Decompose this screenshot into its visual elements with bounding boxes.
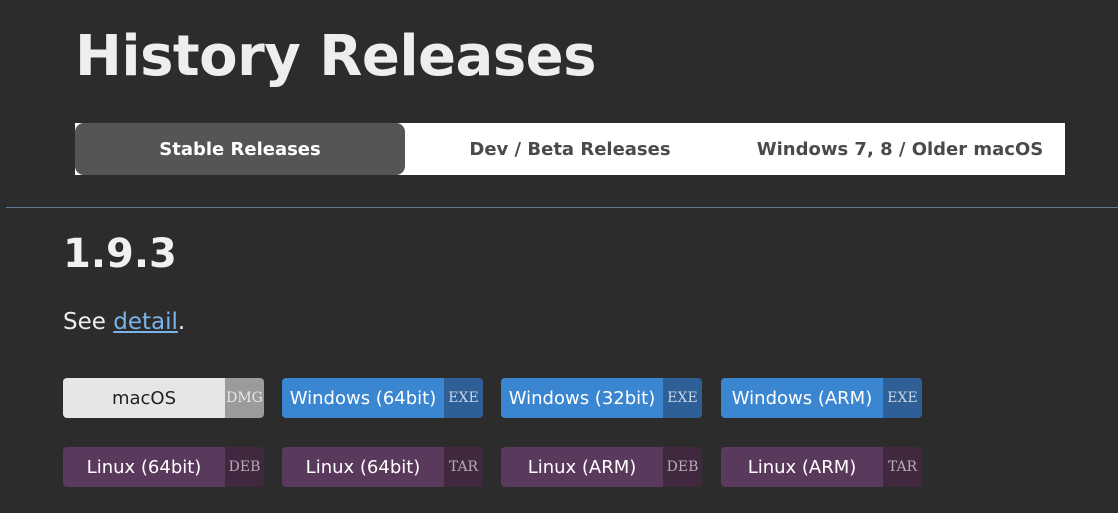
download-windows-32bit-exe-button[interactable]: Windows (32bit) EXE xyxy=(501,378,702,418)
download-ext-badge: DEB xyxy=(225,447,264,487)
section-divider xyxy=(6,207,1118,208)
download-macos-dmg-button[interactable]: macOS DMG xyxy=(63,378,264,418)
download-platform-label: Windows (32bit) xyxy=(501,378,663,418)
download-platform-label: Linux (ARM) xyxy=(501,447,663,487)
download-ext-badge: EXE xyxy=(883,378,922,418)
release-version: 1.9.3 xyxy=(63,231,177,277)
download-ext-badge: TAR xyxy=(444,447,483,487)
download-linux-arm-deb-button[interactable]: Linux (ARM) DEB xyxy=(501,447,702,487)
download-platform-label: macOS xyxy=(63,378,225,418)
download-ext-badge: EXE xyxy=(663,378,702,418)
tab-dev-beta-releases[interactable]: Dev / Beta Releases xyxy=(405,123,735,175)
download-linux-arm-tar-button[interactable]: Linux (ARM) TAR xyxy=(721,447,922,487)
tab-stable-releases[interactable]: Stable Releases xyxy=(75,123,405,175)
download-platform-label: Windows (64bit) xyxy=(282,378,444,418)
download-platform-label: Linux (64bit) xyxy=(282,447,444,487)
see-prefix: See xyxy=(63,309,114,335)
download-windows-arm-exe-button[interactable]: Windows (ARM) EXE xyxy=(721,378,922,418)
download-platform-label: Linux (64bit) xyxy=(63,447,225,487)
download-ext-badge: TAR xyxy=(883,447,922,487)
download-linux-64bit-deb-button[interactable]: Linux (64bit) DEB xyxy=(63,447,264,487)
download-ext-badge: EXE xyxy=(444,378,483,418)
download-platform-label: Windows (ARM) xyxy=(721,378,883,418)
detail-link[interactable]: detail xyxy=(113,309,178,335)
download-linux-64bit-tar-button[interactable]: Linux (64bit) TAR xyxy=(282,447,483,487)
tab-older-releases[interactable]: Windows 7, 8 / Older macOS xyxy=(735,123,1065,175)
release-detail-line: See detail. xyxy=(63,305,185,339)
download-ext-badge: DMG xyxy=(225,378,264,418)
download-ext-badge: DEB xyxy=(663,447,702,487)
release-tabs: Stable Releases Dev / Beta Releases Wind… xyxy=(75,123,1065,175)
see-suffix: . xyxy=(177,309,186,335)
download-windows-64bit-exe-button[interactable]: Windows (64bit) EXE xyxy=(282,378,483,418)
download-platform-label: Linux (ARM) xyxy=(721,447,883,487)
page-title: History Releases xyxy=(75,24,596,89)
